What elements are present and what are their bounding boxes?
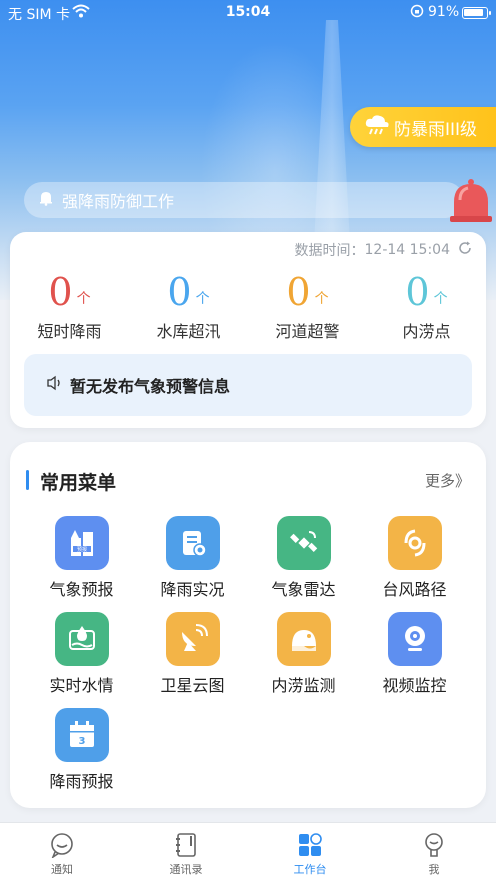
stat-value: 0 xyxy=(48,270,73,314)
menu-item-waterlogging[interactable]: 内涝监测 xyxy=(248,612,359,702)
speaker-icon xyxy=(46,375,64,395)
tab-label: 通知 xyxy=(51,863,73,876)
bottom-tab-bar: 通知 通讯录 工作台 我 xyxy=(0,822,496,882)
menu-item-water-level[interactable]: 实时水情 xyxy=(26,612,137,702)
contacts-icon xyxy=(124,831,248,859)
weather-warning-text: 暂无发布气象预警信息 xyxy=(70,377,231,396)
chat-icon xyxy=(0,831,124,859)
stat-value: 0 xyxy=(286,270,311,314)
overview-card: 数据时间： 12-14 15:04 0个 短时降雨 0个 水库超汛 0个 河道超… xyxy=(10,232,486,428)
rotation-lock-icon xyxy=(410,4,424,22)
calendar-icon: 3 xyxy=(54,708,109,762)
data-time-value: 12-14 15:04 xyxy=(364,242,450,258)
rainstorm-warning-badge[interactable]: 防暴雨III级 xyxy=(350,107,496,147)
alarm-icon[interactable] xyxy=(446,176,496,226)
menu-item-label: 台风路径 xyxy=(382,580,447,599)
menu-item-label: 视频监控 xyxy=(382,676,447,695)
notice-text: 强降雨防御工作 xyxy=(62,192,175,211)
menu-item-label: 内涝监测 xyxy=(271,676,336,695)
more-link[interactable]: 更多》 xyxy=(425,470,470,491)
refresh-icon[interactable] xyxy=(458,241,472,259)
stat-reservoir[interactable]: 0个 水库超汛 xyxy=(129,268,248,342)
stat-unit: 个 xyxy=(433,291,448,307)
weather-warning-panel[interactable]: 暂无发布气象预警信息 xyxy=(24,354,472,416)
svg-text:3: 3 xyxy=(78,736,85,747)
menu-item-rainfall-live[interactable]: 降雨实况 xyxy=(137,516,248,606)
data-time: 数据时间： 12-14 15:04 xyxy=(295,240,472,260)
title-accent-bar xyxy=(26,470,29,490)
menu-item-weather-forecast[interactable]: 预报 气象预报 xyxy=(26,516,137,606)
camera-icon xyxy=(387,612,442,666)
menu-item-rain-forecast[interactable]: 3 降雨预报 xyxy=(26,708,137,798)
menu-title: 常用菜单 xyxy=(40,472,117,494)
menu-item-label: 气象雷达 xyxy=(271,580,336,599)
svg-text:预报: 预报 xyxy=(76,546,86,553)
stat-label: 水库超汛 xyxy=(156,322,221,341)
menu-item-label: 卫星云图 xyxy=(160,676,225,695)
warning-badge-label: 防暴雨III级 xyxy=(394,119,478,140)
menu-item-satellite-cloud[interactable]: 卫星云图 xyxy=(137,612,248,702)
satellite-dish-icon xyxy=(165,612,220,666)
stat-unit: 个 xyxy=(314,291,329,307)
rain-cloud-icon xyxy=(364,114,390,141)
tab-label: 通讯录 xyxy=(169,863,203,876)
rainfall-live-icon xyxy=(165,516,220,570)
workbench-icon xyxy=(248,831,372,859)
common-menu-card: 常用菜单 更多》 预报 气象预报 降雨实况 气象雷达 台风路径 实时水情 卫星云… xyxy=(10,442,486,808)
stat-unit: 个 xyxy=(76,291,91,307)
menu-item-weather-radar[interactable]: 气象雷达 xyxy=(248,516,359,606)
tab-label: 工作台 xyxy=(293,863,327,876)
stats-row: 0个 短时降雨 0个 水库超汛 0个 河道超警 0个 内涝点 xyxy=(10,268,486,342)
notice-bar[interactable]: 强降雨防御工作 xyxy=(24,182,464,218)
stat-short-rain[interactable]: 0个 短时降雨 xyxy=(10,268,129,342)
weather-forecast-icon: 预报 xyxy=(54,516,109,570)
stat-value: 0 xyxy=(167,270,192,314)
stat-label: 内涝点 xyxy=(402,322,451,341)
bell-icon xyxy=(38,190,54,210)
stat-value: 0 xyxy=(405,270,430,314)
menu-item-typhoon[interactable]: 台风路径 xyxy=(359,516,470,606)
menu-item-label: 降雨实况 xyxy=(160,580,225,599)
battery-icon xyxy=(462,7,491,19)
profile-icon xyxy=(372,831,496,859)
tab-workbench[interactable]: 工作台 xyxy=(248,831,372,877)
tab-contacts[interactable]: 通讯录 xyxy=(124,831,248,877)
battery-percent: 91% xyxy=(428,4,460,20)
status-bar: 无 SIM 卡 15:04 91% xyxy=(0,0,496,26)
tab-label: 我 xyxy=(428,863,440,876)
water-level-icon xyxy=(54,612,109,666)
stat-unit: 个 xyxy=(195,291,210,307)
stat-label: 短时降雨 xyxy=(37,322,102,341)
stat-river[interactable]: 0个 河道超警 xyxy=(248,268,367,342)
waterlogging-icon xyxy=(276,612,331,666)
menu-item-label: 气象预报 xyxy=(49,580,114,599)
tab-me[interactable]: 我 xyxy=(372,831,496,877)
stat-waterlogging[interactable]: 0个 内涝点 xyxy=(367,268,486,342)
stat-label: 河道超警 xyxy=(275,322,340,341)
data-time-label: 数据时间： xyxy=(294,243,365,259)
menu-item-label: 降雨预报 xyxy=(49,772,114,791)
typhoon-icon xyxy=(387,516,442,570)
menu-item-label: 实时水情 xyxy=(49,676,114,695)
satellite-radar-icon xyxy=(276,516,331,570)
menu-item-video-monitor[interactable]: 视频监控 xyxy=(359,612,470,702)
tab-notifications[interactable]: 通知 xyxy=(0,831,124,877)
menu-header: 常用菜单 更多》 xyxy=(26,468,470,494)
